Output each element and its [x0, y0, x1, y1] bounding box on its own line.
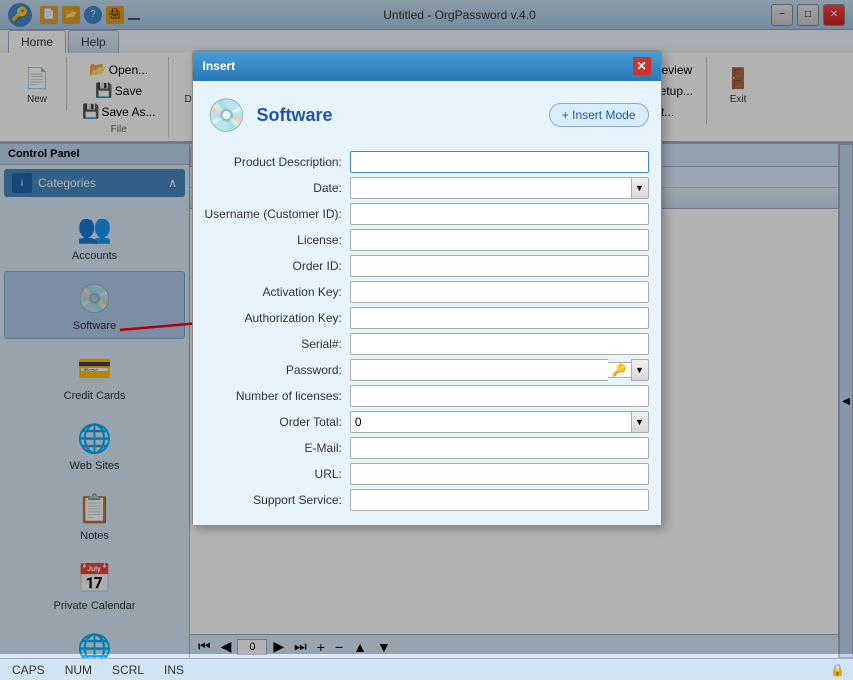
label-date: Date:	[205, 175, 350, 201]
scrl-indicator: SCRL	[108, 663, 148, 677]
label-email: E-Mail:	[205, 435, 350, 461]
label-username: Username (Customer ID):	[205, 201, 350, 227]
num-indicator: NUM	[61, 663, 96, 677]
field-order-total: Order Total: ▼	[205, 409, 649, 435]
lock-indicator: 🔒	[830, 663, 845, 677]
label-order-id: Order ID:	[205, 253, 350, 279]
date-dropdown-btn[interactable]: ▼	[631, 177, 649, 199]
field-url-input	[350, 461, 649, 487]
dialog-title-text: Software	[257, 105, 333, 126]
dialog-cd-icon: 💿	[205, 93, 249, 137]
field-date: Date: ▼	[205, 175, 649, 201]
input-email[interactable]	[350, 437, 649, 459]
field-product-description: Product Description:	[205, 149, 649, 175]
field-authorization-key: Authorization Key:	[205, 305, 649, 331]
label-license: License:	[205, 227, 350, 253]
form-table: Product Description: Date: ▼ Use	[205, 149, 649, 513]
label-authorization-key: Authorization Key:	[205, 305, 350, 331]
input-order-id[interactable]	[350, 255, 649, 277]
field-support-service: Support Service:	[205, 487, 649, 513]
input-username[interactable]	[350, 203, 649, 225]
dialog-icon-label: 💿 Software	[205, 93, 333, 137]
dialog-header: 💿 Software + Insert Mode	[205, 93, 649, 137]
label-password: Password:	[205, 357, 350, 383]
password-dropdown-btn[interactable]: ▼	[631, 359, 649, 381]
status-bar: CAPS NUM SCRL INS 🔒	[0, 658, 853, 680]
input-support-service[interactable]	[350, 489, 649, 511]
field-license-input	[350, 227, 649, 253]
field-activation-key: Activation Key:	[205, 279, 649, 305]
input-num-licenses[interactable]	[350, 385, 649, 407]
field-serial: Serial#:	[205, 331, 649, 357]
input-authorization-key[interactable]	[350, 307, 649, 329]
order-total-dropdown-btn[interactable]: ▼	[631, 411, 649, 433]
label-serial: Serial#:	[205, 331, 350, 357]
field-email-input	[350, 435, 649, 461]
label-url: URL:	[205, 461, 350, 487]
label-activation-key: Activation Key:	[205, 279, 350, 305]
field-serial-input	[350, 331, 649, 357]
insert-mode-button[interactable]: + Insert Mode	[549, 103, 649, 127]
input-url[interactable]	[350, 463, 649, 485]
dialog-title-bar: Insert ✕	[193, 51, 661, 81]
field-num-licenses: Number of licenses:	[205, 383, 649, 409]
password-key-icon: 🔑	[608, 362, 631, 378]
field-password-input: 🔑 ▼	[350, 357, 649, 383]
field-product-description-input	[350, 149, 649, 175]
label-support-service: Support Service:	[205, 487, 350, 513]
label-num-licenses: Number of licenses:	[205, 383, 350, 409]
dialog-overlay: Insert ✕ 💿 Software + Insert Mode Produc…	[0, 0, 853, 654]
password-container: 🔑 ▼	[350, 359, 649, 381]
field-url: URL:	[205, 461, 649, 487]
insert-dialog: Insert ✕ 💿 Software + Insert Mode Produc…	[192, 50, 662, 526]
field-username-input	[350, 201, 649, 227]
input-order-total[interactable]	[350, 411, 631, 433]
input-activation-key[interactable]	[350, 281, 649, 303]
caps-indicator: CAPS	[8, 663, 49, 677]
input-product-description[interactable]	[350, 151, 649, 173]
field-password: Password: 🔑 ▼	[205, 357, 649, 383]
field-license: License:	[205, 227, 649, 253]
ins-indicator: INS	[160, 663, 188, 677]
date-dropdown-container: ▼	[350, 177, 649, 199]
dialog-title: Insert	[203, 59, 236, 73]
field-email: E-Mail:	[205, 435, 649, 461]
input-password[interactable]	[350, 359, 608, 381]
field-activation-key-input	[350, 279, 649, 305]
input-date[interactable]	[350, 177, 631, 199]
field-date-input: ▼	[350, 175, 649, 201]
field-support-service-input	[350, 487, 649, 513]
field-num-licenses-input	[350, 383, 649, 409]
order-total-container: ▼	[350, 411, 649, 433]
field-order-total-input: ▼	[350, 409, 649, 435]
field-order-id-input	[350, 253, 649, 279]
field-authorization-key-input	[350, 305, 649, 331]
label-order-total: Order Total:	[205, 409, 350, 435]
field-username: Username (Customer ID):	[205, 201, 649, 227]
label-product-description: Product Description:	[205, 149, 350, 175]
dialog-body: 💿 Software + Insert Mode Product Descrip…	[193, 81, 661, 525]
input-serial[interactable]	[350, 333, 649, 355]
field-order-id: Order ID:	[205, 253, 649, 279]
input-license[interactable]	[350, 229, 649, 251]
dialog-close-button[interactable]: ✕	[633, 57, 651, 75]
